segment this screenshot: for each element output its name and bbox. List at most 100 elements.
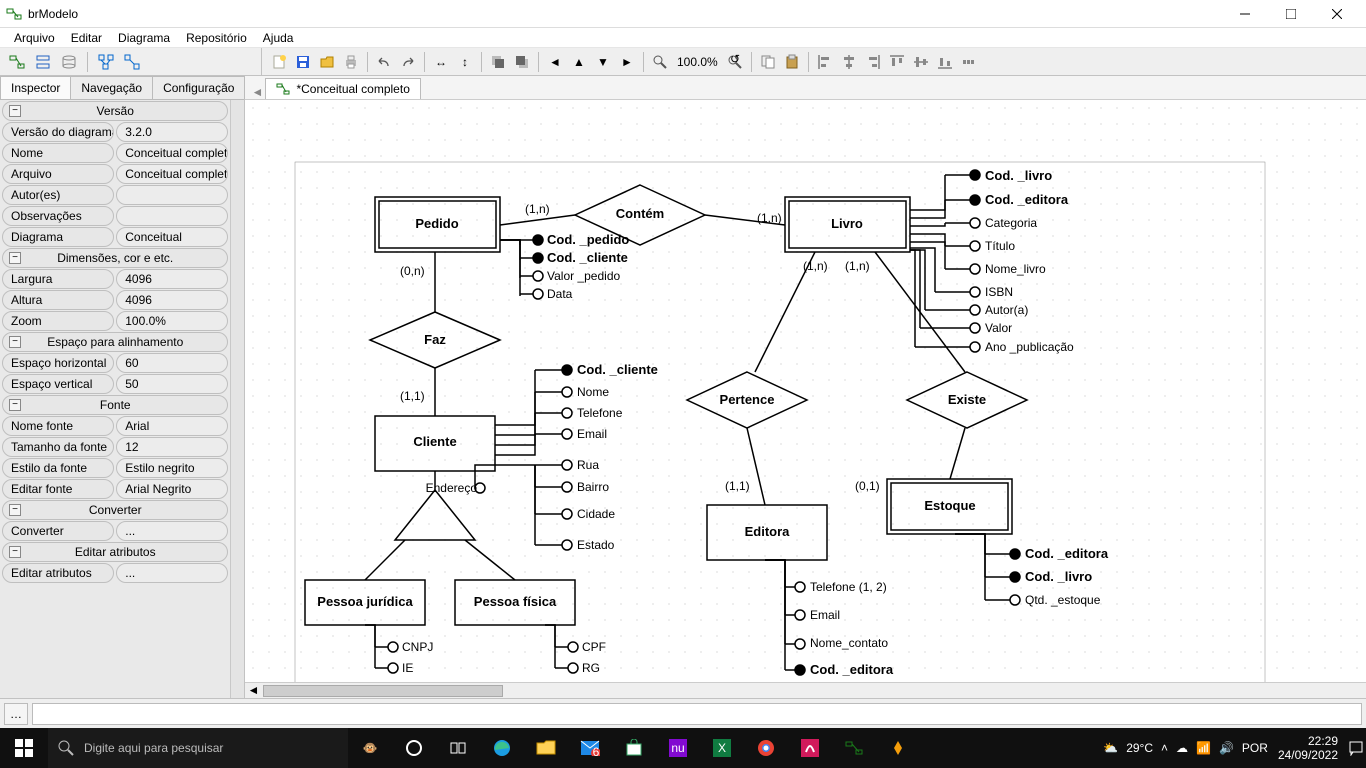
align-v-icon[interactable]: ↕ <box>454 51 476 73</box>
collapse-icon[interactable]: − <box>9 105 21 117</box>
prop-value[interactable]: 100.0% <box>116 311 228 331</box>
clone-icon[interactable] <box>121 51 143 73</box>
new-icon[interactable] <box>268 51 290 73</box>
model-conceptual-icon[interactable] <box>6 51 28 73</box>
minimize-button[interactable] <box>1222 0 1268 28</box>
align-right-edges-icon[interactable] <box>862 51 884 73</box>
prop-value[interactable]: Arial <box>116 416 228 436</box>
horizontal-scrollbar[interactable]: ◄ ► <box>245 682 1366 698</box>
prop-value[interactable] <box>116 185 228 205</box>
tab-scroll-left-icon[interactable]: ◄ <box>249 85 265 99</box>
prop-value[interactable] <box>116 206 228 226</box>
prop-value[interactable]: ... <box>116 521 228 541</box>
taskbar-nubank-icon[interactable]: nu <box>656 728 700 768</box>
prop-value[interactable]: Conceitual completo <box>116 143 228 163</box>
taskbar-taskview-icon[interactable] <box>436 728 480 768</box>
taskbar-explorer-icon[interactable] <box>524 728 568 768</box>
tab-navegacao[interactable]: Navegação <box>70 76 153 99</box>
redo-icon[interactable] <box>397 51 419 73</box>
scroll-left-icon[interactable]: ◄ <box>245 683 261 698</box>
taskbar-chrome-icon[interactable] <box>744 728 788 768</box>
tray-onedrive-icon[interactable]: ☁ <box>1176 741 1188 755</box>
align-top-edges-icon[interactable] <box>886 51 908 73</box>
menu-editar[interactable]: Editar <box>63 29 110 47</box>
collapse-icon[interactable]: − <box>9 546 21 558</box>
taskbar-brmodelo-icon[interactable] <box>832 728 876 768</box>
send-back-icon[interactable] <box>511 51 533 73</box>
taskbar-excel-icon[interactable]: X <box>700 728 744 768</box>
document-tab[interactable]: *Conceitual completo <box>265 78 420 99</box>
bring-front-icon[interactable] <box>487 51 509 73</box>
collapse-icon[interactable]: − <box>9 252 21 264</box>
nav-down-icon[interactable]: ▼ <box>592 51 614 73</box>
align-center-h-icon[interactable] <box>838 51 860 73</box>
section-editar-atributos[interactable]: −Editar atributos <box>2 542 228 562</box>
close-button[interactable] <box>1314 0 1360 28</box>
align-center-v-icon[interactable] <box>910 51 932 73</box>
save-icon[interactable] <box>292 51 314 73</box>
paste-icon[interactable] <box>781 51 803 73</box>
collapse-icon[interactable]: − <box>9 504 21 516</box>
nav-right-icon[interactable]: ► <box>616 51 638 73</box>
open-icon[interactable] <box>316 51 338 73</box>
undo-icon[interactable] <box>373 51 395 73</box>
notifications-icon[interactable] <box>1346 740 1366 756</box>
maximize-button[interactable] <box>1268 0 1314 28</box>
tray-network-icon[interactable]: 📶 <box>1196 741 1211 755</box>
prop-value[interactable]: Estilo negrito <box>116 458 228 478</box>
zoom-reset-icon[interactable]: ↺ <box>724 51 746 73</box>
diagram-canvas[interactable]: Pedido Livro Cliente Editora Estoque Pes… <box>245 100 1366 682</box>
menu-arquivo[interactable]: Arquivo <box>6 29 63 47</box>
print-icon[interactable] <box>340 51 362 73</box>
section-dimensoes[interactable]: −Dimensões, cor e etc. <box>2 248 228 268</box>
taskbar-app-generic[interactable] <box>876 728 920 768</box>
menu-repositorio[interactable]: Repositório <box>178 29 255 47</box>
section-versao[interactable]: −Versão <box>2 101 228 121</box>
start-button[interactable] <box>0 728 48 768</box>
taskbar-mail-icon[interactable]: 6 <box>568 728 612 768</box>
prop-value[interactable]: ... <box>116 563 228 583</box>
taskbar-store-icon[interactable] <box>612 728 656 768</box>
prop-value[interactable]: 4096 <box>116 269 228 289</box>
nav-left-icon[interactable]: ◄ <box>544 51 566 73</box>
model-logical-icon[interactable] <box>32 51 54 73</box>
tab-inspector[interactable]: Inspector <box>0 76 71 99</box>
collapse-icon[interactable]: − <box>9 399 21 411</box>
prop-value[interactable]: 12 <box>116 437 228 457</box>
align-bottom-edges-icon[interactable] <box>934 51 956 73</box>
model-physical-icon[interactable] <box>58 51 80 73</box>
distribute-icon[interactable] <box>958 51 980 73</box>
taskbar-app-generic[interactable] <box>788 728 832 768</box>
taskbar-clock[interactable]: 22:29 24/09/2022 <box>1278 734 1346 763</box>
taskbar-search[interactable]: Digite aqui para pesquisar <box>48 728 348 768</box>
section-converter[interactable]: −Converter <box>2 500 228 520</box>
menu-ajuda[interactable]: Ajuda <box>255 29 302 47</box>
prop-value[interactable]: Conceitual <box>116 227 228 247</box>
system-tray[interactable]: ⛅ 29°C ˄ ☁ 📶 🔊 POR <box>1093 741 1278 755</box>
prop-value[interactable]: 50 <box>116 374 228 394</box>
taskbar-cortana-icon[interactable] <box>392 728 436 768</box>
taskbar-edge-icon[interactable] <box>480 728 524 768</box>
tray-volume-icon[interactable]: 🔊 <box>1219 741 1234 755</box>
prop-value[interactable]: Arial Negrito <box>116 479 228 499</box>
align-left-edges-icon[interactable] <box>814 51 836 73</box>
sidebar-scrollbar[interactable] <box>230 100 244 698</box>
prop-value[interactable]: 3.2.0 <box>116 122 228 142</box>
taskbar-app[interactable]: 🐵 <box>348 728 392 768</box>
status-indicator[interactable]: … <box>4 703 28 725</box>
nav-up-icon[interactable]: ▲ <box>568 51 590 73</box>
tray-chevron-up-icon[interactable]: ˄ <box>1161 741 1168 755</box>
tray-language[interactable]: POR <box>1242 741 1268 755</box>
section-fonte[interactable]: −Fonte <box>2 395 228 415</box>
canvas-viewport[interactable]: Pedido Livro Cliente Editora Estoque Pes… <box>245 100 1366 682</box>
menu-diagrama[interactable]: Diagrama <box>110 29 178 47</box>
tab-configuracao[interactable]: Configuração <box>152 76 245 99</box>
organize-icon[interactable] <box>95 51 117 73</box>
prop-value[interactable]: 60 <box>116 353 228 373</box>
align-h-icon[interactable]: ↔ <box>430 51 452 73</box>
section-espaco[interactable]: −Espaço para alinhamento <box>2 332 228 352</box>
copy-icon[interactable] <box>757 51 779 73</box>
collapse-icon[interactable]: − <box>9 336 21 348</box>
zoom-icon[interactable] <box>649 51 671 73</box>
prop-value[interactable]: Conceitual completo.brM <box>116 164 228 184</box>
